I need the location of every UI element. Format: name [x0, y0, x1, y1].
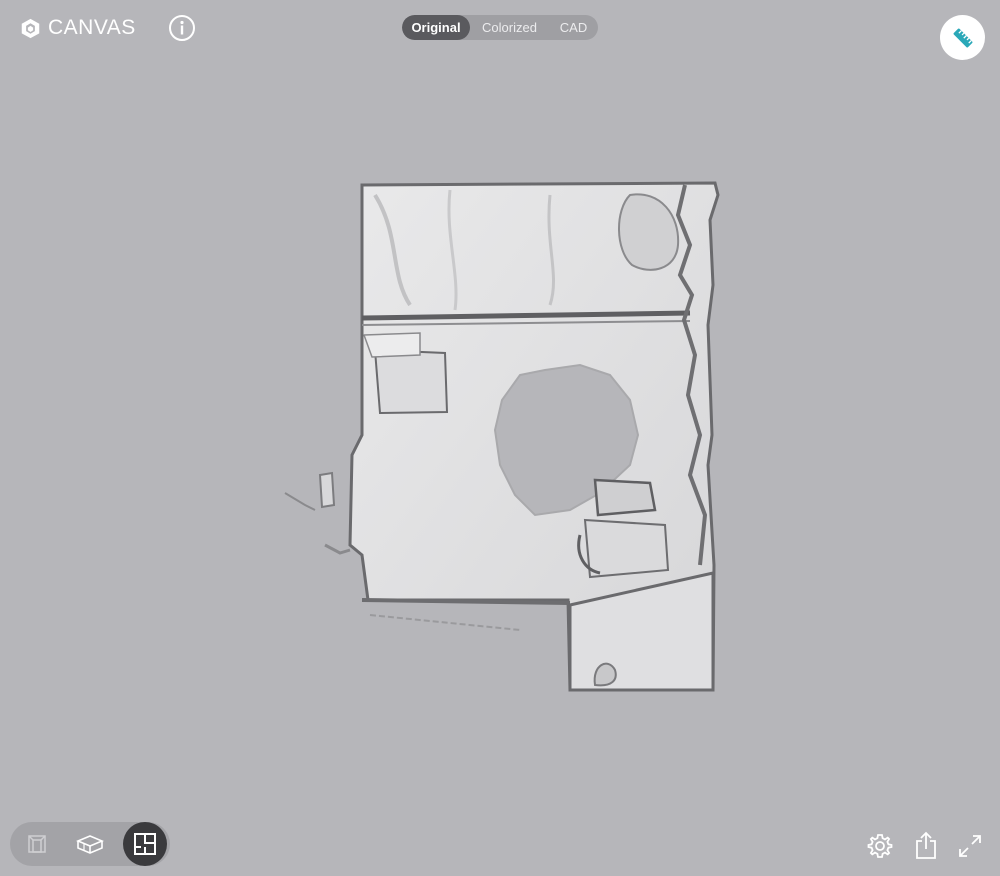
fullscreen-icon: [959, 835, 981, 857]
view-floorplan-button[interactable]: [123, 822, 167, 866]
first-person-view-icon: [27, 835, 46, 853]
ruler-icon: [953, 28, 972, 47]
canvas-logo-icon: [21, 18, 40, 38]
view-first-person-button[interactable]: [10, 822, 63, 866]
measure-button[interactable]: [940, 15, 985, 60]
view-mode-switcher: [10, 822, 170, 866]
render-mode-switch: Original Colorized CAD: [402, 15, 598, 40]
share-button[interactable]: [910, 830, 942, 862]
3d-viewer[interactable]: CANVAS Original Colorized CAD: [0, 0, 1000, 876]
brand: CANVAS: [20, 15, 136, 41]
brand-name: CANVAS: [48, 16, 136, 39]
info-icon[interactable]: [168, 14, 196, 42]
isometric-3d-view-icon: [75, 835, 104, 854]
scan-model[interactable]: [280, 175, 725, 700]
tab-cad[interactable]: CAD: [549, 15, 598, 40]
view-3d-button[interactable]: [63, 822, 116, 866]
tab-original[interactable]: Original: [402, 15, 470, 40]
fullscreen-button[interactable]: [954, 830, 986, 862]
share-icon: [916, 831, 936, 859]
floor-plan-view-icon: [134, 833, 156, 855]
tab-colorized[interactable]: Colorized: [470, 15, 549, 40]
gear-icon: [867, 834, 893, 858]
settings-button[interactable]: [864, 830, 896, 862]
